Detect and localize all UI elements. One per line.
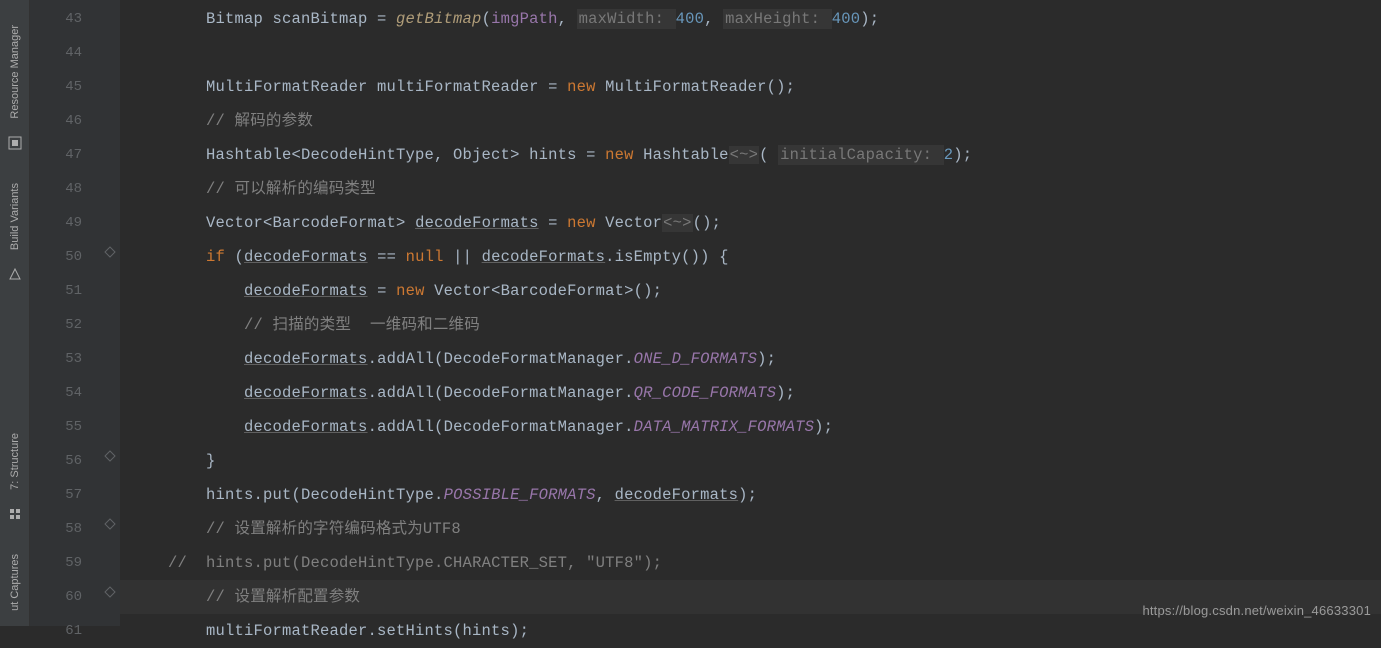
gutter-line-numbers: 43 44 45 46 47 48 49 50 51 52 53 54 55 5…	[30, 0, 100, 626]
line-number: 47	[30, 138, 100, 172]
line-number: 45	[30, 70, 100, 104]
watermark-text: https://blog.csdn.net/weixin_46633301	[1142, 603, 1371, 618]
build-variants-icon	[8, 267, 22, 281]
code-line: // 可以解析的编码类型	[120, 172, 1381, 206]
fold-marker-icon[interactable]	[104, 518, 116, 530]
code-line: decodeFormats.addAll(DecodeFormatManager…	[120, 410, 1381, 444]
line-number: 55	[30, 410, 100, 444]
code-line: // 解码的参数	[120, 104, 1381, 138]
structure-icon	[8, 507, 22, 521]
line-number: 57	[30, 478, 100, 512]
code-line: decodeFormats.addAll(DecodeFormatManager…	[120, 342, 1381, 376]
line-number: 50	[30, 240, 100, 274]
line-number: 52	[30, 308, 100, 342]
line-number: 54	[30, 376, 100, 410]
left-tool-bar: Resource Manager Build Variants 7: Struc…	[0, 0, 30, 626]
line-number: 44	[30, 36, 100, 70]
code-line	[120, 36, 1381, 70]
code-line: MultiFormatReader multiFormatReader = ne…	[120, 70, 1381, 104]
gutter-fold-column	[100, 0, 120, 626]
line-number: 58	[30, 512, 100, 546]
code-editor[interactable]: Bitmap scanBitmap = getBitmap(imgPath, m…	[120, 0, 1381, 626]
resource-manager-icon	[8, 136, 22, 150]
line-number: 61	[30, 614, 100, 648]
line-number: 59	[30, 546, 100, 580]
sidebar-item-structure[interactable]: 7: Structure	[7, 418, 23, 505]
sidebar-item-captures[interactable]: ut Captures	[7, 539, 23, 626]
code-line: decodeFormats = new Vector<BarcodeFormat…	[120, 274, 1381, 308]
code-line: decodeFormats.addAll(DecodeFormatManager…	[120, 376, 1381, 410]
code-line: // 设置解析的字符编码格式为UTF8	[120, 512, 1381, 546]
sidebar-item-resource-manager[interactable]: Resource Manager	[7, 10, 23, 134]
code-line: if (decodeFormats == null || decodeForma…	[120, 240, 1381, 274]
code-line: Vector<BarcodeFormat> decodeFormats = ne…	[120, 206, 1381, 240]
code-line: // hints.put(DecodeHintType.CHARACTER_SE…	[120, 546, 1381, 580]
sidebar-item-build-variants[interactable]: Build Variants	[7, 168, 23, 265]
code-line: Hashtable<DecodeHintType, Object> hints …	[120, 138, 1381, 172]
fold-marker-icon[interactable]	[104, 450, 116, 462]
line-number: 60	[30, 580, 100, 614]
line-number: 48	[30, 172, 100, 206]
line-number: 49	[30, 206, 100, 240]
line-number: 46	[30, 104, 100, 138]
code-line: }	[120, 444, 1381, 478]
code-line: hints.put(DecodeHintType.POSSIBLE_FORMAT…	[120, 478, 1381, 512]
fold-marker-icon[interactable]	[104, 586, 116, 598]
code-line: // 扫描的类型 一维码和二维码	[120, 308, 1381, 342]
line-number: 43	[30, 2, 100, 36]
code-line: Bitmap scanBitmap = getBitmap(imgPath, m…	[120, 2, 1381, 36]
line-number: 53	[30, 342, 100, 376]
line-number: 51	[30, 274, 100, 308]
fold-marker-icon[interactable]	[104, 246, 116, 258]
code-line: multiFormatReader.setHints(hints);	[120, 614, 1381, 648]
line-number: 56	[30, 444, 100, 478]
